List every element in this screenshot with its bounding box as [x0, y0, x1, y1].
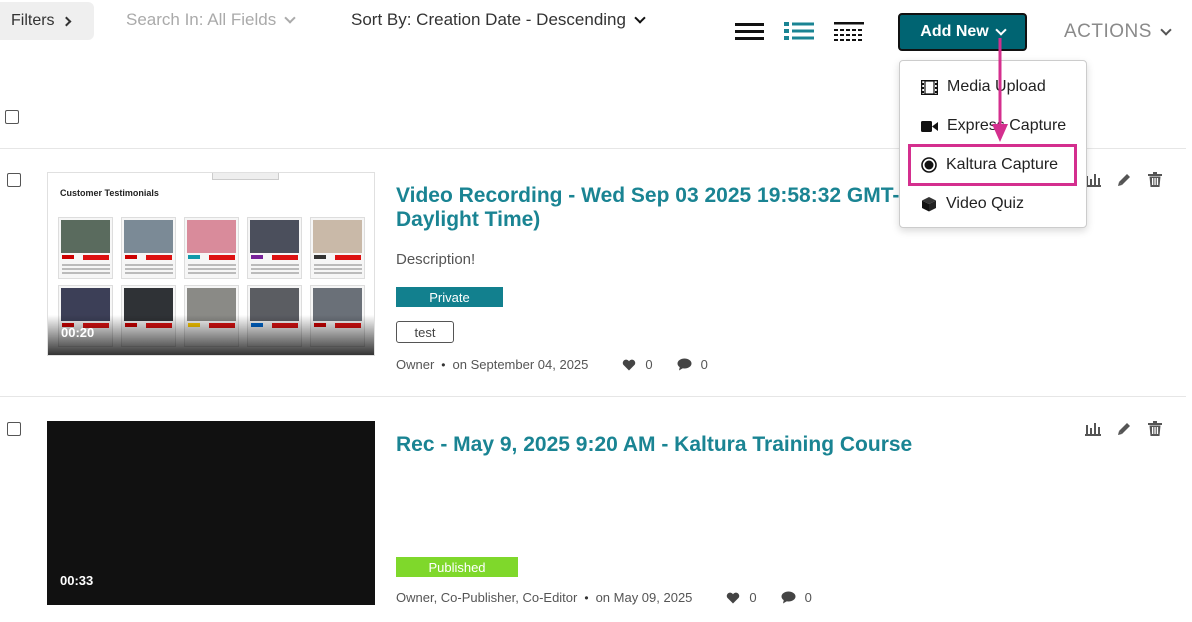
film-icon: [921, 79, 938, 95]
list-icon[interactable]: [734, 20, 764, 42]
comment-icon: [677, 358, 692, 371]
owner-label: Owner, Co-Publisher, Co-Editor: [396, 590, 578, 605]
entry-title-link[interactable]: Rec - May 9, 2025 9:20 AM - Kaltura Trai…: [396, 433, 912, 457]
video-camera-icon: [921, 120, 938, 132]
chevron-down-icon: [1160, 24, 1172, 36]
entry-actions: [1085, 421, 1162, 436]
comments-stat: 0: [781, 590, 812, 605]
date-label: on May 09, 2025: [595, 590, 693, 605]
edit-pencil-icon[interactable]: [1117, 421, 1132, 436]
status-badge: Private: [396, 287, 503, 307]
status-badge: Published: [396, 557, 518, 577]
tag-chip[interactable]: test: [396, 321, 454, 343]
compact-list-icon[interactable]: [834, 20, 864, 42]
entry-meta: Owner • on September 04, 2025 0 0: [396, 357, 708, 372]
duration-label: 00:20: [61, 325, 95, 340]
entry-actions: [1085, 172, 1162, 187]
thumbnail-overlay: [48, 315, 374, 355]
sort-by-dropdown[interactable]: Sort By: Creation Date - Descending: [351, 10, 646, 30]
thumbnail-tile: [184, 217, 239, 279]
chevron-down-icon: [995, 24, 1007, 36]
filters-label: Filters: [11, 12, 55, 29]
owner-label: Owner: [396, 357, 435, 372]
heart-icon: [727, 592, 740, 603]
comments-count: 0: [700, 357, 708, 372]
add-new-label: Add New: [920, 23, 989, 40]
chevron-down-icon: [634, 12, 646, 24]
entry-checkbox[interactable]: [7, 173, 21, 187]
thumbnail-tab: [212, 173, 279, 180]
thumbnail-tile: [58, 217, 113, 279]
comments-stat: 0: [677, 357, 708, 372]
analytics-icon[interactable]: [1085, 421, 1101, 436]
divider: [0, 396, 1186, 397]
search-in-label: Search In: All Fields: [126, 10, 277, 29]
menu-item-label: Video Quiz: [946, 195, 1024, 212]
entry-description: Description!: [396, 251, 476, 268]
entry-meta: Owner, Co-Publisher, Co-Editor • on May …: [396, 590, 812, 605]
likes-stat: 0: [726, 590, 757, 605]
edit-pencil-icon[interactable]: [1117, 172, 1132, 187]
sort-by-label: Sort By: Creation Date - Descending: [351, 10, 626, 29]
separator-dot: •: [441, 357, 446, 372]
entry-title-line: Video Recording - Wed Sep 03 2025 19:58:…: [396, 184, 912, 207]
view-mode-switcher: [734, 20, 864, 42]
analytics-icon[interactable]: [1085, 172, 1101, 187]
select-all-checkbox[interactable]: [5, 110, 19, 124]
thumbnail-tile: [247, 217, 302, 279]
highlight-box: [908, 144, 1077, 186]
entry-checkbox[interactable]: [7, 422, 21, 436]
cube-icon: [922, 197, 936, 212]
likes-count: 0: [645, 357, 653, 372]
entry-title-line: Daylight Time): [396, 208, 541, 231]
comment-icon: [781, 591, 796, 604]
entry-title-line: Rec - May 9, 2025 9:20 AM - Kaltura Trai…: [396, 433, 913, 456]
menu-item-video-quiz[interactable]: Video Quiz: [900, 186, 1086, 222]
comments-count: 0: [804, 590, 812, 605]
duration-label: 00:33: [60, 573, 94, 588]
date-label: on September 04, 2025: [452, 357, 589, 372]
actions-label: ACTIONS: [1064, 21, 1152, 42]
search-in-dropdown[interactable]: Search In: All Fields: [126, 10, 296, 30]
filters-button[interactable]: Filters: [0, 2, 94, 40]
toolbar: Filters Search In: All Fields Sort By: C…: [0, 0, 1192, 51]
actions-dropdown[interactable]: ACTIONS: [1064, 21, 1172, 43]
likes-count: 0: [749, 590, 757, 605]
entry-title-link[interactable]: Video Recording - Wed Sep 03 2025 19:58:…: [396, 184, 911, 232]
separator-dot: •: [584, 590, 589, 605]
trash-icon[interactable]: [1148, 172, 1162, 187]
chevron-right-icon: [61, 16, 72, 26]
entry-thumbnail[interactable]: Customer Testimonials 00:20: [47, 172, 375, 356]
entry-thumbnail[interactable]: 00:33: [47, 421, 375, 605]
detailed-list-icon[interactable]: [784, 20, 814, 42]
trash-icon[interactable]: [1148, 421, 1162, 436]
chevron-down-icon: [284, 12, 296, 24]
thumbnail-tile: [121, 217, 176, 279]
thumbnail-tile: [310, 217, 365, 279]
heart-icon: [623, 359, 636, 370]
thumbnail-title: Customer Testimonials: [60, 188, 159, 198]
pointer-arrow-icon: [992, 38, 1008, 142]
likes-stat: 0: [622, 357, 653, 372]
